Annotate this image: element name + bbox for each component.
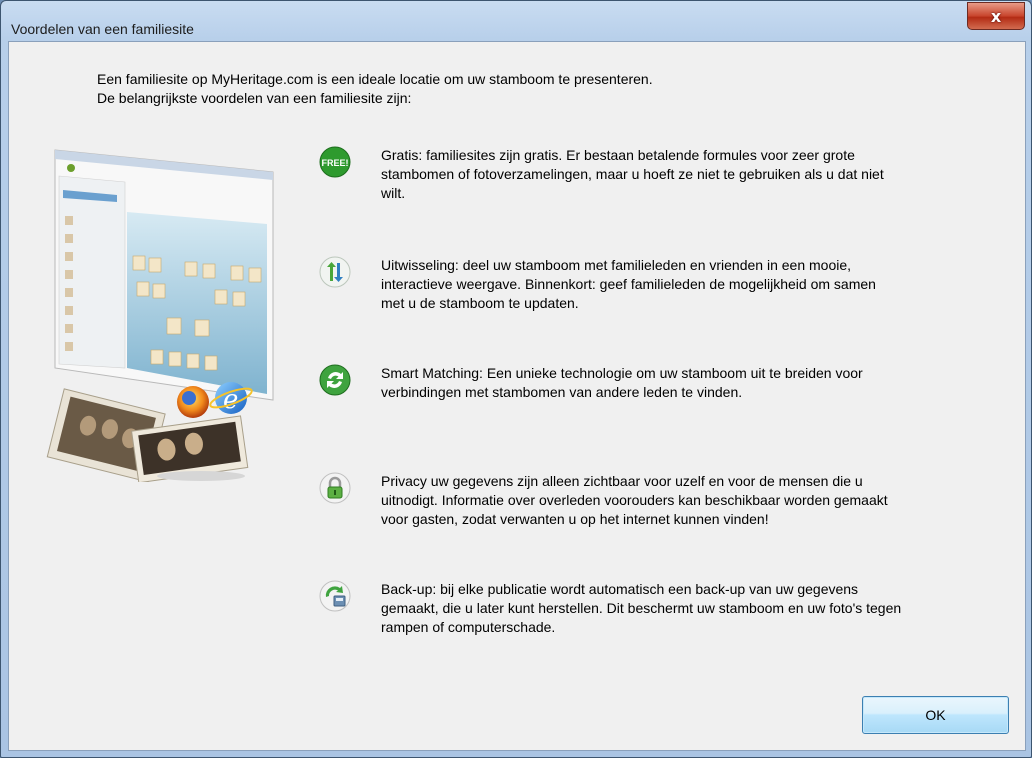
free-badge-label: FREE! [322,158,349,168]
exchange-arrows-icon [319,256,351,288]
benefit-line: rampen of computerschade. [381,619,556,635]
dialog-content: Een familiesite op MyHeritage.com is een… [8,41,1026,751]
benefit-line: Uitwisseling: deel uw stamboom met famil… [381,257,852,273]
title-bar[interactable]: Voordelen van een familiesite x [1,1,1031,41]
benefit-line: Gratis: familiesites zijn gratis. Er bes… [381,147,855,163]
benefit-line: Privacy uw gegevens zijn alleen zichtbaa… [381,473,863,489]
ok-button[interactable]: OK [862,696,1009,734]
familysite-illustration: e [46,149,274,482]
privacy-lock-icon [319,472,351,504]
backup-icon [319,580,351,612]
smart-matching-icon [319,364,351,396]
benefit-line: verbindingen met stambomen van andere le… [381,384,743,400]
benefit-line: uitnodigt. Informatie over overleden voo… [381,492,888,508]
benefit-line: Smart Matching: Een unieke technologie o… [381,365,863,381]
close-icon: x [990,6,1002,26]
dialog-window: Voordelen van een familiesite x Een fami… [0,0,1032,758]
benefit-text: Uitwisseling: deel uw stamboom met famil… [381,256,1021,313]
close-button[interactable]: x [967,2,1025,30]
benefit-text: Smart Matching: Een unieke technologie o… [381,364,1021,402]
window-title: Voordelen van een familiesite [11,21,194,37]
benefit-line: Back-up: bij elke publicatie wordt autom… [381,581,859,597]
benefit-text: Back-up: bij elke publicatie wordt autom… [381,580,1021,637]
benefit-text: Privacy uw gegevens zijn alleen zichtbaa… [381,472,1021,529]
benefit-text: Gratis: familiesites zijn gratis. Er bes… [381,146,1021,203]
benefit-line: stambomen of fotoverzamelingen, maar u h… [381,166,884,182]
benefit-line: met u de stamboom te updaten. [381,295,579,311]
benefit-line: voor gasten, zodat verwanten u op het in… [381,511,769,527]
benefit-line: wilt. [381,185,406,201]
intro-text: Een familiesite op MyHeritage.com is een… [97,70,653,108]
free-badge-icon: FREE! [319,146,351,178]
benefit-line: interactieve weergave. Binnenkort: geef … [381,276,876,292]
benefit-line: gemaakt, die u later kunt herstellen. Di… [381,600,902,616]
intro-line-2: De belangrijkste voordelen van een famil… [97,90,412,106]
intro-line-1: Een familiesite op MyHeritage.com is een… [97,71,653,87]
